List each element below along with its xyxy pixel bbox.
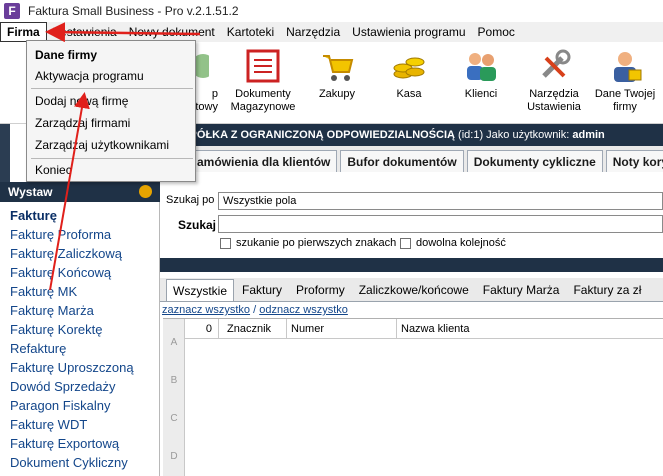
arrow-to-firma — [45, 22, 201, 43]
annotation-arrows — [45, 22, 201, 291]
arrow-to-aktywacja — [49, 92, 90, 291]
